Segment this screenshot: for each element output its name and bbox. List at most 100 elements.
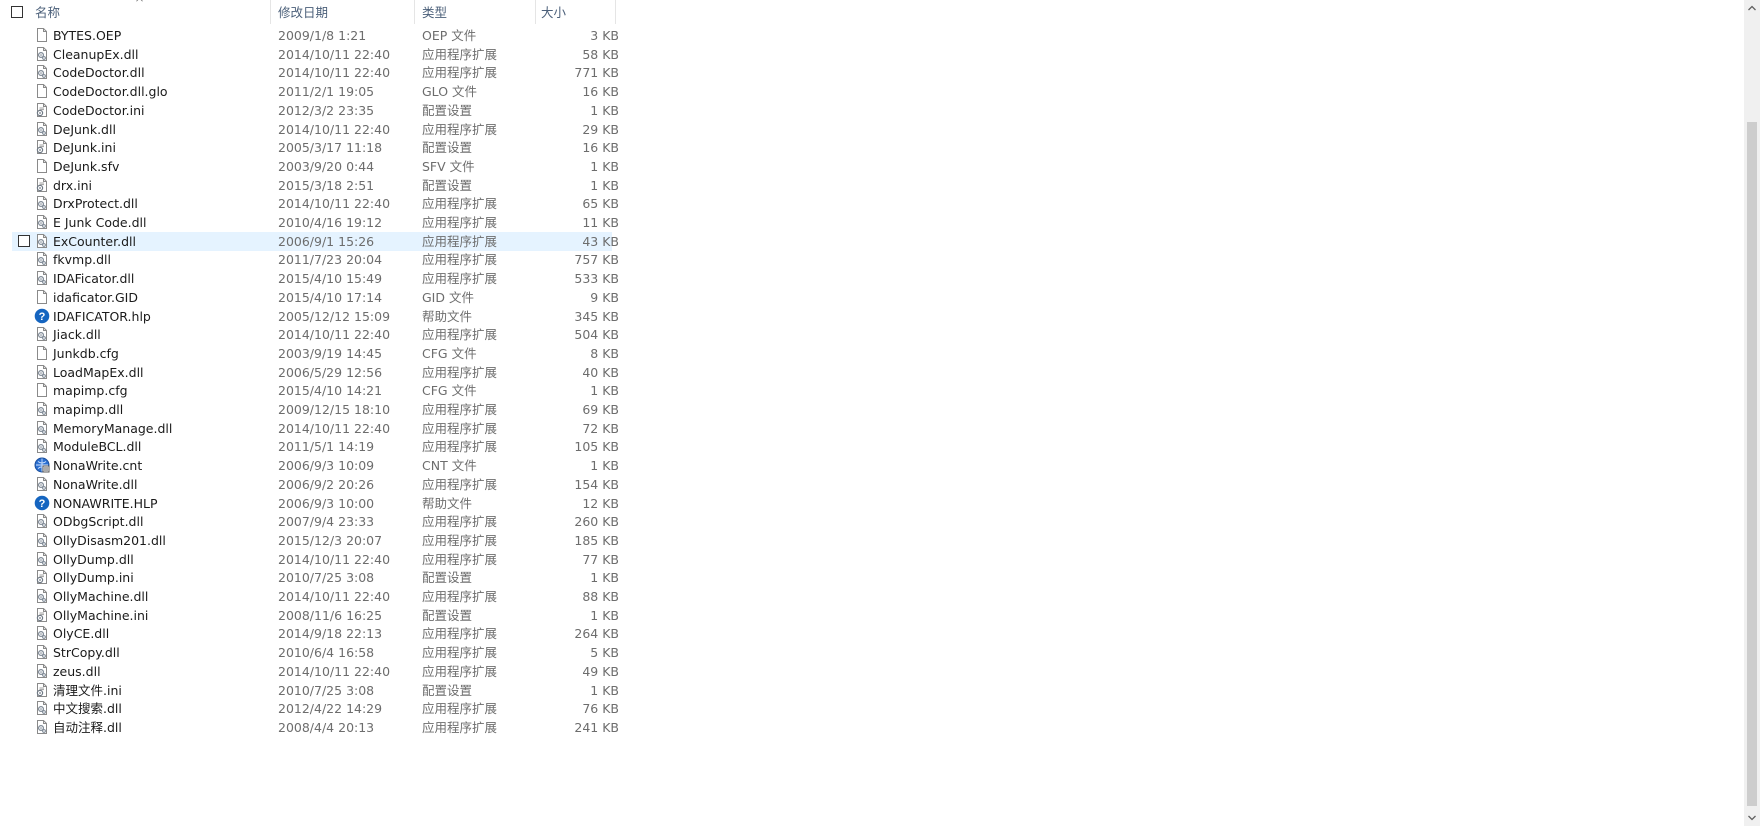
dll-file-icon — [34, 214, 50, 230]
file-size: 154 KB — [574, 476, 619, 492]
file-modified-date: 2015/4/10 14:21 — [278, 383, 383, 399]
file-row[interactable]: idaficator.GID 2015/4/10 17:14 GID 文件 9 KB — [12, 288, 619, 307]
scroll-down-icon[interactable] — [1744, 810, 1760, 826]
file-name: drx.ini — [53, 177, 92, 193]
file-name: BYTES.OEP — [53, 28, 122, 43]
file-size: 345 KB — [574, 308, 619, 324]
file-size: 757 KB — [574, 252, 619, 268]
file-row[interactable]: LoadMapEx.dll 2006/5/29 12:56 应用程序扩展 40 KB — [12, 363, 619, 382]
select-all-checkbox[interactable] — [11, 6, 23, 18]
file-row[interactable]: fkvmp.dll 2011/7/23 20:04 应用程序扩展 757 KB — [12, 250, 619, 269]
file-row[interactable]: OllyDump.ini 2010/7/25 3:08 配置设置 1 KB — [12, 568, 619, 587]
dll-file-icon — [34, 513, 50, 529]
file-row[interactable]: DeJunk.dll 2014/10/11 22:40 应用程序扩展 29 KB — [12, 120, 619, 139]
file-row[interactable]: BYTES.OEP 2009/1/8 1:21 OEP 文件 3 KB — [12, 26, 619, 45]
file-row[interactable]: OlyCE.dll 2014/9/18 22:13 应用程序扩展 264 KB — [12, 624, 619, 643]
file-row[interactable]: drx.ini 2015/3/18 2:51 配置设置 1 KB — [12, 176, 619, 195]
file-modified-date: 2010/7/25 3:08 — [278, 682, 375, 698]
file-row[interactable]: OllyMachine.dll 2014/10/11 22:40 应用程序扩展 88 … — [12, 587, 619, 606]
file-row[interactable]: ? IDAFICATOR.hlp 2005/12/12 15:09 帮助文件 345 K… — [12, 307, 619, 326]
file-size: 9 KB — [590, 289, 619, 305]
column-divider[interactable] — [535, 0, 536, 24]
file-row[interactable]: 清理文件.ini 2010/7/25 3:08 配置设置 1 KB — [12, 681, 619, 700]
file-row[interactable]: 中文搜索.dll 2012/4/22 14:29 应用程序扩展 76 KB — [12, 699, 619, 718]
file-type: 应用程序扩展 — [422, 215, 498, 230]
svg-text:?: ? — [39, 311, 46, 323]
file-type: 配置设置 — [422, 177, 473, 193]
column-header-type[interactable]: 类型 — [422, 0, 447, 24]
file-row[interactable]: IDAFicator.dll 2015/4/10 15:49 应用程序扩展 533 K… — [12, 269, 619, 288]
file-row[interactable]: CleanupEx.dll 2014/10/11 22:40 应用程序扩展 58 KB — [12, 45, 619, 64]
file-size: 1 KB — [590, 383, 619, 399]
file-row[interactable]: ODbgScript.dll 2007/9/4 23:33 应用程序扩展 260 KB — [12, 512, 619, 531]
file-type: 应用程序扩展 — [422, 514, 498, 530]
file-row[interactable]: OllyDisasm201.dll 2015/12/3 20:07 应用程序扩展 18… — [12, 531, 619, 550]
file-name: MemoryManage.dll — [53, 420, 173, 436]
file-modified-date: 2010/6/4 16:58 — [278, 645, 375, 661]
ini-file-icon — [34, 102, 50, 118]
file-row[interactable]: CodeDoctor.ini 2012/3/2 23:35 配置设置 1 KB — [12, 101, 619, 120]
file-row[interactable]: mapimp.dll 2009/12/15 18:10 应用程序扩展 69 KB — [12, 400, 619, 419]
row-checkbox[interactable] — [18, 234, 30, 247]
scroll-thumb[interactable] — [1747, 122, 1757, 806]
column-divider[interactable] — [414, 0, 415, 24]
file-size: 264 KB — [574, 626, 619, 642]
file-size: 533 KB — [574, 271, 619, 287]
file-size: 49 KB — [582, 663, 619, 679]
file-type: GID 文件 — [422, 289, 474, 305]
file-row[interactable]: DeJunk.sfv 2003/9/20 0:44 SFV 文件 1 KB — [12, 157, 619, 176]
file-row[interactable]: CodeDoctor.dll.glo 2011/2/1 19:05 GLO 文件 16… — [12, 82, 619, 101]
blank-file-icon — [34, 27, 50, 43]
file-row[interactable]: StrCopy.dll 2010/6/4 16:58 应用程序扩展 5 KB — [12, 643, 619, 662]
file-modified-date: 2009/1/8 1:21 — [278, 28, 367, 43]
file-modified-date: 2008/11/6 16:25 — [278, 607, 383, 623]
file-modified-date: 2014/10/11 22:40 — [278, 121, 391, 137]
file-row[interactable]: 自动注释.dll 2008/4/4 20:13 应用程序扩展 241 KB — [12, 718, 619, 737]
blank-file-icon — [34, 345, 50, 361]
file-row[interactable]: OllyMachine.ini 2008/11/6 16:25 配置设置 1 KB — [12, 606, 619, 625]
file-type: 应用程序扩展 — [422, 439, 498, 455]
vertical-scrollbar[interactable] — [1744, 0, 1760, 826]
file-name: CodeDoctor.dll.glo — [53, 84, 168, 100]
ini-file-icon — [34, 177, 50, 193]
file-name: OllyMachine.ini — [53, 607, 149, 623]
file-row[interactable]: NonaWrite.cnt 2006/9/3 10:09 CNT 文件 1 KB — [12, 456, 619, 475]
column-divider[interactable] — [615, 0, 616, 24]
file-name: DeJunk.sfv — [53, 158, 120, 174]
file-row[interactable]: MemoryManage.dll 2014/10/11 22:40 应用程序扩展 72… — [12, 419, 619, 438]
column-header-size[interactable]: 大小 — [541, 0, 566, 24]
file-size: 8 KB — [590, 345, 619, 361]
file-row[interactable]: NonaWrite.dll 2006/9/2 20:26 应用程序扩展 154 KB — [12, 475, 619, 494]
file-row[interactable]: mapimp.cfg 2015/4/10 14:21 CFG 文件 1 KB — [12, 381, 619, 400]
file-size: 11 KB — [582, 215, 619, 230]
file-row[interactable]: Jiack.dll 2014/10/11 22:40 应用程序扩展 504 KB — [12, 325, 619, 344]
file-row[interactable]: ? NONAWRITE.HLP 2006/9/3 10:00 帮助文件 12 KB — [12, 494, 619, 513]
file-modified-date: 2006/9/2 20:26 — [278, 476, 375, 492]
file-row[interactable]: Junkdb.cfg 2003/9/19 14:45 CFG 文件 8 KB — [12, 344, 619, 363]
column-header-date[interactable]: 修改日期 — [278, 0, 328, 24]
file-size: 1 KB — [590, 570, 619, 586]
file-row[interactable]: E Junk Code.dll 2010/4/16 19:12 应用程序扩展 11 K… — [12, 213, 619, 232]
scroll-up-icon[interactable] — [1744, 0, 1760, 16]
file-name: Jiack.dll — [53, 327, 101, 343]
file-row[interactable]: ExCounter.dll 2006/9/1 15:26 应用程序扩展 43 KB — [12, 231, 619, 251]
file-row[interactable]: DrxProtect.dll 2014/10/11 22:40 应用程序扩展 65 K… — [12, 194, 619, 213]
file-row[interactable]: CodeDoctor.dll 2014/10/11 22:40 应用程序扩展 771 … — [12, 63, 619, 82]
file-modified-date: 2014/10/11 22:40 — [278, 327, 391, 343]
sort-up-icon — [136, 0, 143, 2]
file-size: 76 KB — [582, 701, 619, 717]
file-modified-date: 2010/7/25 3:08 — [278, 570, 375, 586]
dll-file-icon — [34, 719, 50, 735]
file-row[interactable]: OllyDump.dll 2014/10/11 22:40 应用程序扩展 77 KB — [12, 550, 619, 569]
file-type: 应用程序扩展 — [422, 65, 498, 81]
file-modified-date: 2015/4/10 17:14 — [278, 289, 383, 305]
file-row[interactable]: zeus.dll 2014/10/11 22:40 应用程序扩展 49 KB — [12, 662, 619, 681]
file-type: 应用程序扩展 — [422, 46, 498, 62]
file-row[interactable]: DeJunk.ini 2005/3/17 11:18 配置设置 16 KB — [12, 138, 619, 157]
column-divider[interactable] — [270, 0, 271, 24]
file-row[interactable]: ModuleBCL.dll 2011/5/1 14:19 应用程序扩展 105 KB — [12, 437, 619, 456]
file-modified-date: 2015/4/10 15:49 — [278, 271, 383, 287]
column-header-name[interactable]: 名称 — [35, 0, 60, 24]
file-size: 1 KB — [590, 177, 619, 193]
file-name: NonaWrite.cnt — [53, 458, 143, 474]
